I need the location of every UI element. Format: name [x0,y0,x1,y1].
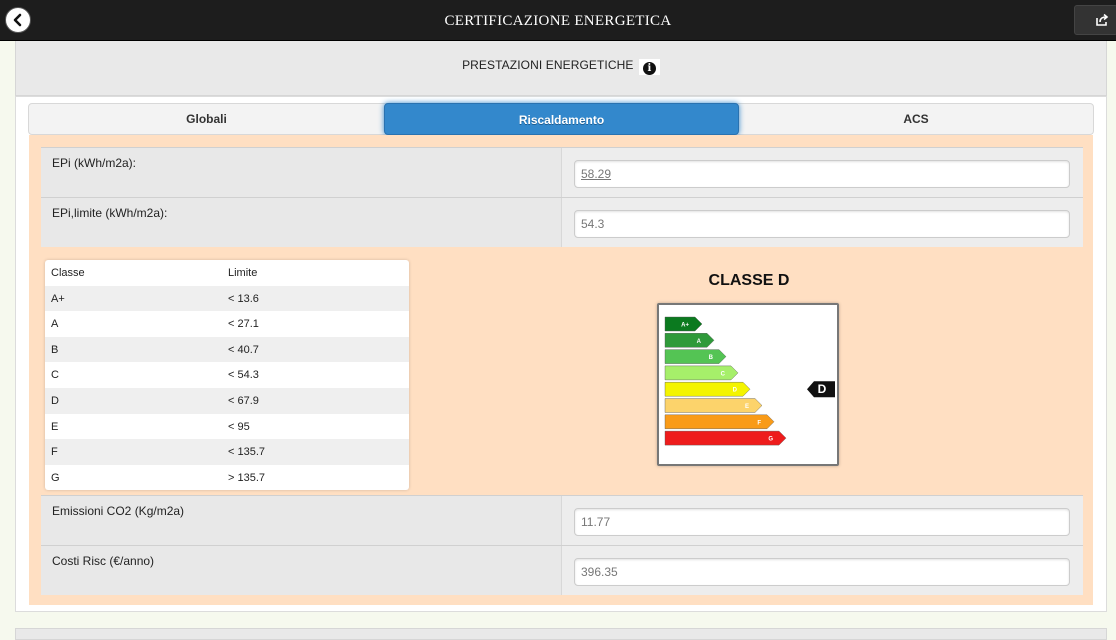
epi-label: EPi (kWh/m2a): [52,156,137,170]
table-cell-limite: < 13.6 [228,292,259,305]
costi-field[interactable]: 396.35 [574,558,1070,586]
epi-limite-field[interactable]: 54.3 [574,210,1070,238]
table-row: A+ < 13.6 [45,285,409,312]
section-title: PRESTAZIONI ENERGETICHE [462,58,634,72]
section-header: PRESTAZIONI ENERGETICHE i [15,41,1107,96]
energy-bar-label: G [768,437,773,443]
energy-scale-svg: A+ A B C D E F G D [664,316,835,446]
epi-limite-row: EPi,limite (kWh/m2a): 54.3 [41,197,1083,247]
energy-label-graphic: A+ A B C D E F G D [657,303,839,466]
info-button[interactable]: i [638,59,660,75]
table-cell-limite: < 67.9 [228,395,259,407]
table-cell-limite: < 27.1 [228,318,259,331]
energy-bar-label: C [721,371,726,377]
emissioni-field[interactable]: 11.77 [574,508,1070,536]
table-header-limite: Limite [228,267,258,279]
table-cell-limite: < 54.3 [228,369,259,382]
costi-row: Costi Risc (€/anno) 396.35 [41,545,1083,595]
table-row: F < 135.7 [45,439,409,465]
class-limit-table: Classe Limite A+ < 13.6 A < 27.1 B < 40.… [45,260,409,490]
share-button[interactable] [1074,5,1116,35]
share-icon [1096,13,1109,26]
table-row: E < 95 [45,414,409,440]
current-class-marker-label: D [818,382,827,396]
energy-bar-label: B [709,355,714,361]
table-row: B < 40.7 [45,336,409,363]
table-cell-classe: F [51,446,58,459]
table-cell-limite: < 135.7 [228,446,266,459]
table-row: C < 54.3 [45,362,409,388]
energy-bar-a [664,333,715,348]
table-cell-classe: E [51,420,59,433]
tab-acs[interactable]: ACS [739,104,1093,134]
next-section-header [15,628,1107,640]
table-row: A < 27.1 [45,311,409,337]
table-cell-limite: < 95 [228,420,250,433]
table-cell-classe: D [51,395,59,407]
energy-bar-d [664,381,751,397]
energy-bar-label: D [733,388,738,394]
energy-bar-label: A [697,339,702,345]
table-cell-limite: < 40.7 [228,343,259,356]
energy-bar-c [664,365,739,381]
epi-field[interactable]: 58.29 [574,160,1070,188]
tab-bar: Globali Riscaldamento ACS [28,103,1094,135]
epi-limite-label: EPi,limite (kWh/m2a): [52,206,168,220]
tab-globali[interactable]: Globali [29,104,384,134]
energy-bar-label: A+ [681,323,689,329]
costi-label: Costi Risc (€/anno) [52,554,155,568]
energy-bar-label: F [757,420,761,426]
epi-row: EPi (kWh/m2a): 58.29 [41,147,1083,197]
table-row: D < 67.9 [45,388,409,414]
emissioni-label: Emissioni CO2 (Kg/m2a) [52,504,185,518]
table-cell-classe: A+ [51,292,65,305]
table-cell-limite: > 135.7 [228,471,266,484]
tab-riscaldamento[interactable]: Riscaldamento [384,103,739,135]
emissioni-row: Emissioni CO2 (Kg/m2a) 11.77 [41,495,1083,545]
table-cell-classe: G [51,471,60,484]
energy-bar-b [664,349,727,364]
top-bar: CERTIFICAZIONE ENERGETICA [0,0,1116,41]
table-cell-classe: A [51,318,59,331]
energy-bar-label: E [745,404,749,410]
table-header-classe: Classe [51,267,85,279]
table-row: G > 135.7 [45,465,409,490]
table-cell-classe: C [51,369,59,382]
app-title: CERTIFICAZIONE ENERGETICA [444,13,672,29]
energy-class-title: CLASSE D [708,272,790,289]
table-cell-classe: B [51,343,59,356]
table-header-row: Classe Limite [45,260,409,286]
info-icon: i [642,62,656,75]
